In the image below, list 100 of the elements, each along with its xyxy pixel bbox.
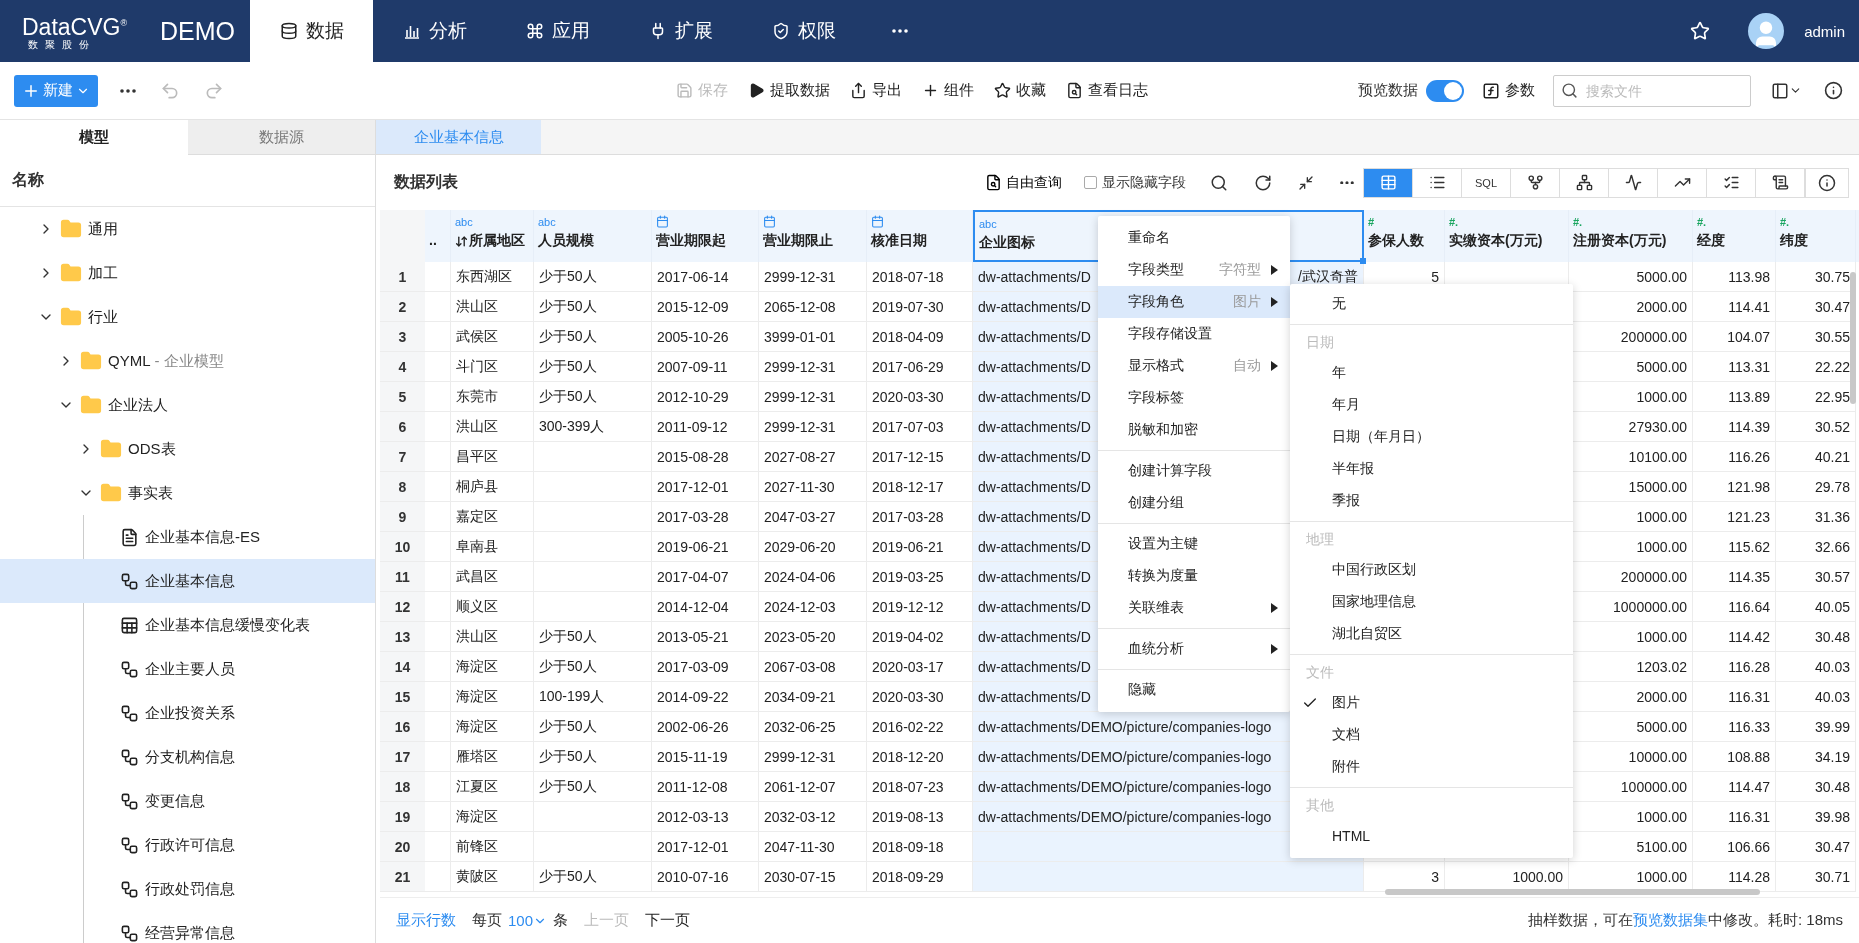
tree-item[interactable]: 通用 [0,207,375,251]
tree-item[interactable]: 经营异常信息 [0,911,375,943]
more-button[interactable] [118,86,138,95]
tree-item[interactable]: 企业基本信息 [0,559,375,603]
table-cell: 2065-12-08 [759,292,867,322]
row-number: 6 [380,412,425,442]
user-name[interactable]: admin [1804,22,1845,40]
preview-dataset-link[interactable]: 预览数据集 [1633,911,1708,928]
toolbar-button[interactable]: 查看日志 [1066,81,1148,100]
table-cell: 2017-12-01 [652,472,759,502]
page-size-select[interactable]: 100 [508,912,548,929]
tree-item[interactable]: 变更信息 [0,779,375,823]
scrollbar[interactable] [1385,889,1760,895]
table-cell: 2015-08-28 [652,442,759,472]
column-label: 经度 [1697,232,1725,250]
table-cell: 115.62 [1693,532,1776,562]
menu-item[interactable]: 创建分组 [1098,487,1290,519]
next-page-button[interactable]: 下一页 [645,911,691,930]
menu-item[interactable]: 脱敏和加密 [1098,414,1290,446]
menu-item[interactable]: 字段角色 图片 [1098,286,1290,318]
tree-item[interactable]: 行政处罚信息 [0,867,375,911]
nav-tab[interactable]: 应用 [496,0,619,62]
table-cell: 2019-03-25 [867,562,973,592]
table-cell: 30.48 [1776,772,1856,802]
nav-tab[interactable]: 权限 [742,0,865,62]
table-cell: 114.42 [1693,622,1776,652]
tree-item[interactable]: 企业法人 [0,383,375,427]
table-cell: 2067-03-08 [759,652,867,682]
type-tag: #. [1697,215,1707,229]
resize-handle[interactable] [1360,258,1366,264]
info-button[interactable] [1805,167,1849,198]
log-icon [1066,82,1083,99]
menu-item[interactable]: 创建计算字段 [1098,455,1290,487]
table-cell: 2027-11-30 [759,472,867,502]
tree-item[interactable]: 企业投资关系 [0,691,375,735]
table-cell: 106.66 [1693,832,1776,862]
toolbar-button[interactable]: 导出 [850,81,902,100]
more-button[interactable] [1338,178,1356,187]
table-cell: 2024-12-03 [759,592,867,622]
toolbar-button[interactable]: 组件 [922,81,974,100]
view-button[interactable]: SQL [1461,167,1511,198]
model-file-icon [120,923,139,943]
toolbar-button[interactable]: 提取数据 [748,81,830,100]
row-number: 12 [380,592,425,622]
preview-switch[interactable] [1426,79,1464,102]
view-button[interactable] [1559,167,1609,198]
show-rows-link[interactable]: 显示行数 [396,911,456,930]
column-label: 实缴资本(万元) [1449,232,1543,250]
nav-tab[interactable]: 扩展 [619,0,742,62]
scrollbar[interactable] [1850,272,1856,404]
tree-item[interactable]: 事实表 [0,471,375,515]
table-cell: 2018-09-29 [867,862,973,892]
free-query-button[interactable]: 自由查询 [985,173,1062,192]
tree-item[interactable]: 企业主要人员 [0,647,375,691]
search-field[interactable]: 搜索文件 [1553,74,1751,107]
menu-item[interactable]: 设置为主键 [1098,528,1290,560]
view-button[interactable] [1608,167,1658,198]
table-cell: 海淀区 [451,652,534,682]
table-cell: 2019-04-02 [867,622,973,652]
show-hidden-checkbox[interactable]: 显示隐藏字段 [1084,173,1186,192]
table-cell: 斗门区 [451,352,534,382]
menu-item[interactable]: 字段存储设置 [1098,318,1290,350]
nav-tab[interactable]: 数据 [250,0,373,62]
table-cell: 少于50人 [534,382,652,412]
nav-tab[interactable]: 分析 [373,0,496,62]
tree-item[interactable]: QYML - 企业模型 [0,339,375,383]
tree-item[interactable]: 分支机构信息 [0,735,375,779]
menu-item[interactable]: 字段标签 [1098,382,1290,414]
tree-item[interactable]: 加工 [0,251,375,295]
toolbar-button[interactable]: 收藏 [994,81,1046,100]
function-icon [1482,81,1500,100]
tree-item[interactable]: 企业基本信息缓慢变化表 [0,603,375,647]
params-button[interactable]: 参数 [1482,81,1535,100]
tree-item[interactable]: 行业 [0,295,375,339]
folder-icon [60,262,82,284]
view-button[interactable] [1657,167,1707,198]
tree-item[interactable]: ODS表 [0,427,375,471]
tree-item[interactable]: 行政许可信息 [0,823,375,867]
menu-item[interactable]: 血统分析 [1098,633,1290,665]
sample-note: 抽样数据，可在预览数据集中修改。耗时: 18ms [1528,911,1843,930]
menu-item[interactable]: 显示格式 自动 [1098,350,1290,382]
view-button[interactable] [1412,167,1462,198]
info-button[interactable] [1822,79,1845,102]
menu-item[interactable]: 隐藏 [1098,674,1290,706]
calendar-icon [763,215,776,228]
view-button[interactable] [1510,167,1560,198]
tree-item[interactable]: 企业基本信息-ES [0,515,375,559]
sidebar-tab[interactable]: 数据源 [187,120,375,155]
menu-item[interactable]: 关联维表 [1098,592,1290,624]
view-button[interactable] [1755,167,1805,198]
avatar[interactable] [1748,13,1785,49]
menu-item[interactable]: 字段类型 字符型 [1098,254,1290,286]
model-file-icon [120,747,139,767]
menu-item[interactable]: 转换为度量 [1098,560,1290,592]
table-cell: 40.03 [1776,682,1856,712]
table-cell: 2047-11-30 [759,832,867,862]
table-cell: 少于50人 [534,292,652,322]
star-icon[interactable] [1690,21,1711,41]
table-cell: 30.57 [1776,562,1856,592]
menu-item[interactable]: 重命名 [1098,222,1290,254]
